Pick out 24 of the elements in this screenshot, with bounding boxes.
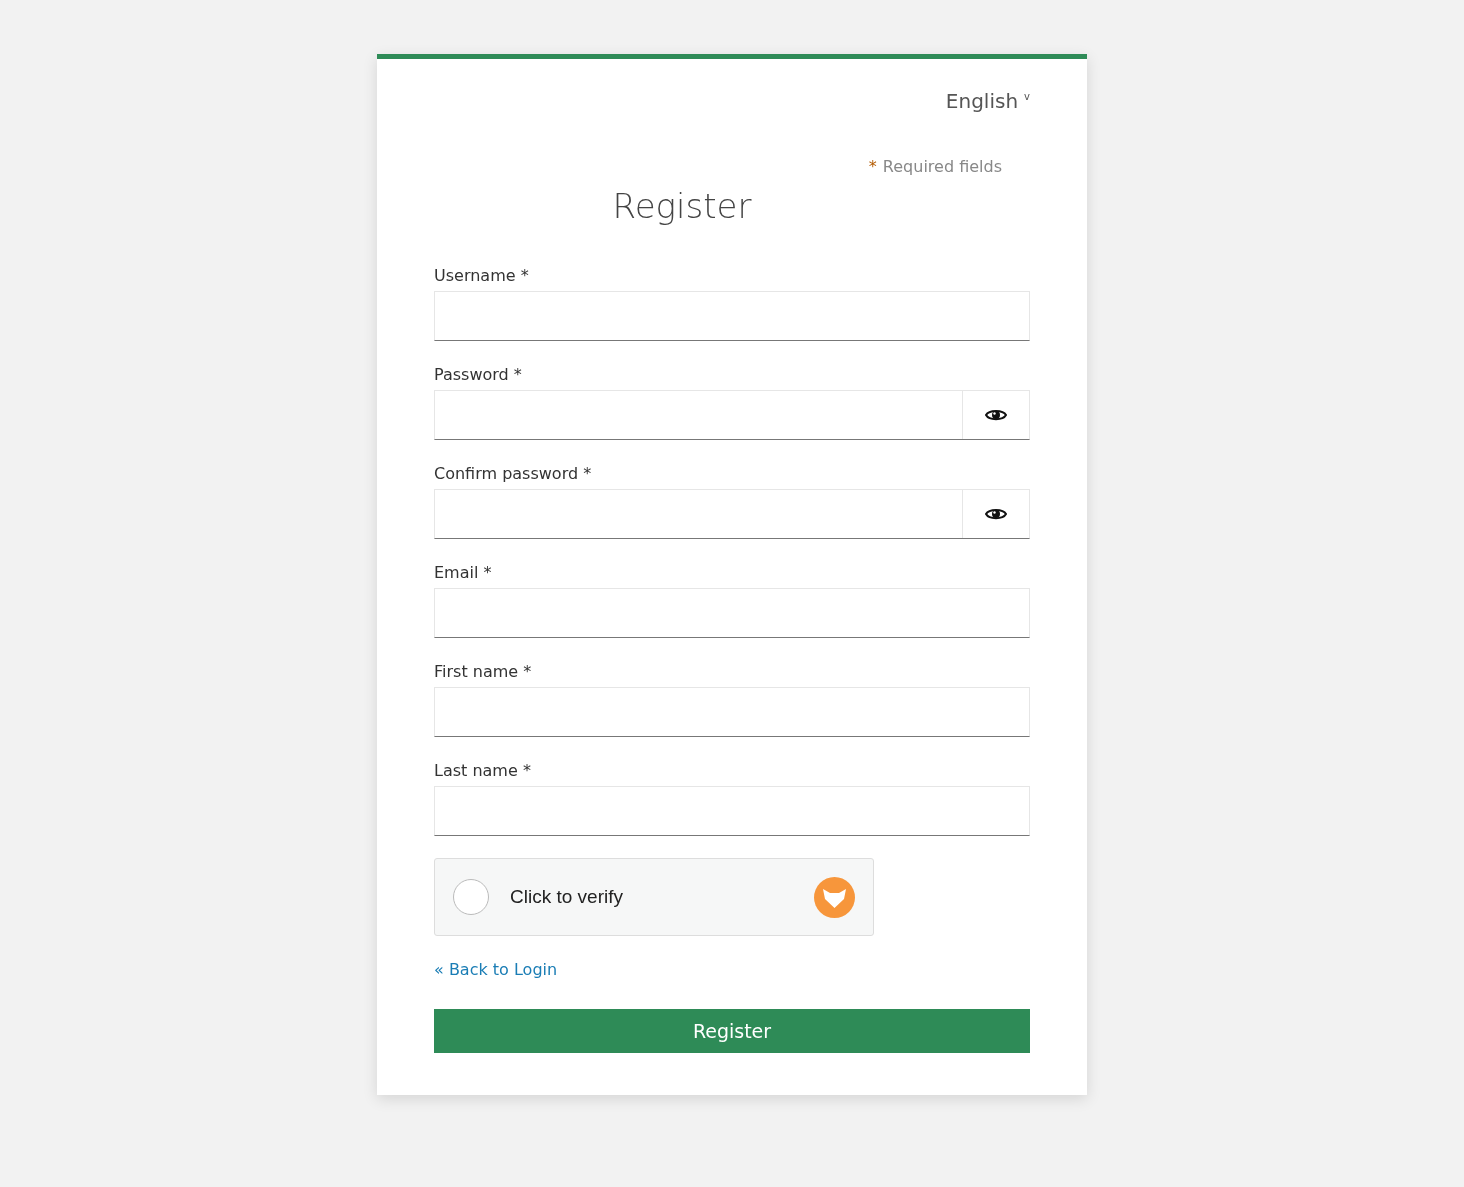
back-to-login-link[interactable]: « Back to Login <box>434 960 558 979</box>
caret-icon: v <box>1024 91 1030 102</box>
language-selector[interactable]: English <box>945 89 1019 113</box>
input-field[interactable] <box>434 687 1030 737</box>
field-label: First name * <box>434 662 533 682</box>
field-label: Username * <box>434 266 530 286</box>
input-field[interactable] <box>434 588 1030 638</box>
verify-label: Click to verify <box>510 886 624 908</box>
input-field[interactable] <box>434 390 1030 440</box>
eye-icon <box>985 408 1007 422</box>
input-field[interactable] <box>434 786 1030 836</box>
input-field[interactable] <box>434 291 1030 341</box>
required-note: Required fields <box>882 157 1002 176</box>
field-label: Confirm password * <box>434 464 593 484</box>
field-label: Last name * <box>434 761 532 781</box>
field-label: Email * <box>434 563 493 583</box>
register-button[interactable]: Register <box>434 1009 1030 1053</box>
eye-icon <box>985 507 1007 521</box>
form-title: Register <box>611 186 753 226</box>
fox-icon <box>814 876 855 918</box>
field-label: Password * <box>434 365 523 385</box>
verify-checkbox[interactable] <box>453 879 489 915</box>
input-field[interactable] <box>434 489 1030 539</box>
required-mark: * <box>868 157 877 176</box>
